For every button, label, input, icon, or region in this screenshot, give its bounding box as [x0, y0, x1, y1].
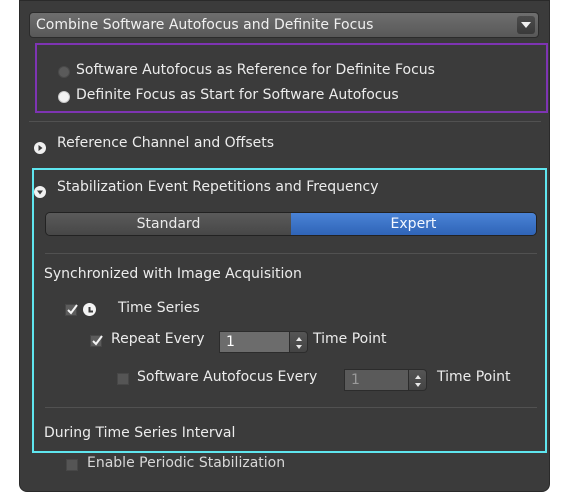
expand-right-icon[interactable] — [34, 142, 46, 154]
collapse-down-icon[interactable] — [34, 186, 46, 198]
time-series-checkbox[interactable] — [65, 304, 78, 316]
spin-buttons[interactable] — [290, 331, 308, 353]
spin-buttons[interactable] — [409, 369, 427, 391]
reference-channel-section-title[interactable]: Reference Channel and Offsets — [57, 135, 274, 151]
divider — [45, 253, 537, 254]
focus-strategy-value: Combine Software Autofocus and Definite … — [36, 17, 374, 33]
standard-tab[interactable]: Standard — [46, 213, 291, 235]
clock-icon — [83, 303, 96, 316]
software-af-checkbox[interactable] — [117, 373, 129, 385]
software-af-input[interactable]: 1 — [344, 369, 409, 391]
divider — [45, 407, 537, 408]
repeat-every-stepper[interactable]: 1 — [219, 331, 308, 353]
radio-button-selected[interactable] — [58, 91, 70, 103]
software-af-unit-label: Time Point — [437, 369, 511, 385]
stabilization-section-title[interactable]: Stabilization Event Repetitions and Freq… — [57, 179, 379, 195]
periodic-stabilization-checkbox[interactable] — [66, 459, 78, 471]
radio-button-unselected[interactable] — [58, 66, 70, 78]
time-series-label: Time Series — [118, 300, 200, 316]
repeat-every-checkbox[interactable] — [90, 335, 103, 347]
interval-heading: During Time Series Interval — [44, 425, 236, 441]
repeat-unit-label: Time Point — [313, 331, 387, 347]
periodic-stabilization-label: Enable Periodic Stabilization — [87, 455, 286, 471]
sync-heading: Synchronized with Image Acquisition — [44, 266, 302, 282]
mode-toggle: Standard Expert — [45, 212, 537, 236]
divider — [29, 121, 541, 122]
focus-strategy-dropdown[interactable]: Combine Software Autofocus and Definite … — [29, 12, 539, 38]
software-af-stepper[interactable]: 1 — [344, 369, 427, 391]
stabilization-highlight — [32, 168, 547, 453]
repeat-every-label: Repeat Every — [111, 331, 205, 347]
software-af-label: Software Autofocus Every — [137, 369, 318, 385]
radio-label: Definite Focus as Start for Software Aut… — [76, 87, 399, 103]
expert-tab[interactable]: Expert — [291, 213, 536, 235]
radio-label: Software Autofocus as Reference for Defi… — [76, 62, 435, 78]
repeat-every-input[interactable]: 1 — [219, 331, 290, 353]
chevron-down-icon[interactable] — [517, 16, 535, 34]
